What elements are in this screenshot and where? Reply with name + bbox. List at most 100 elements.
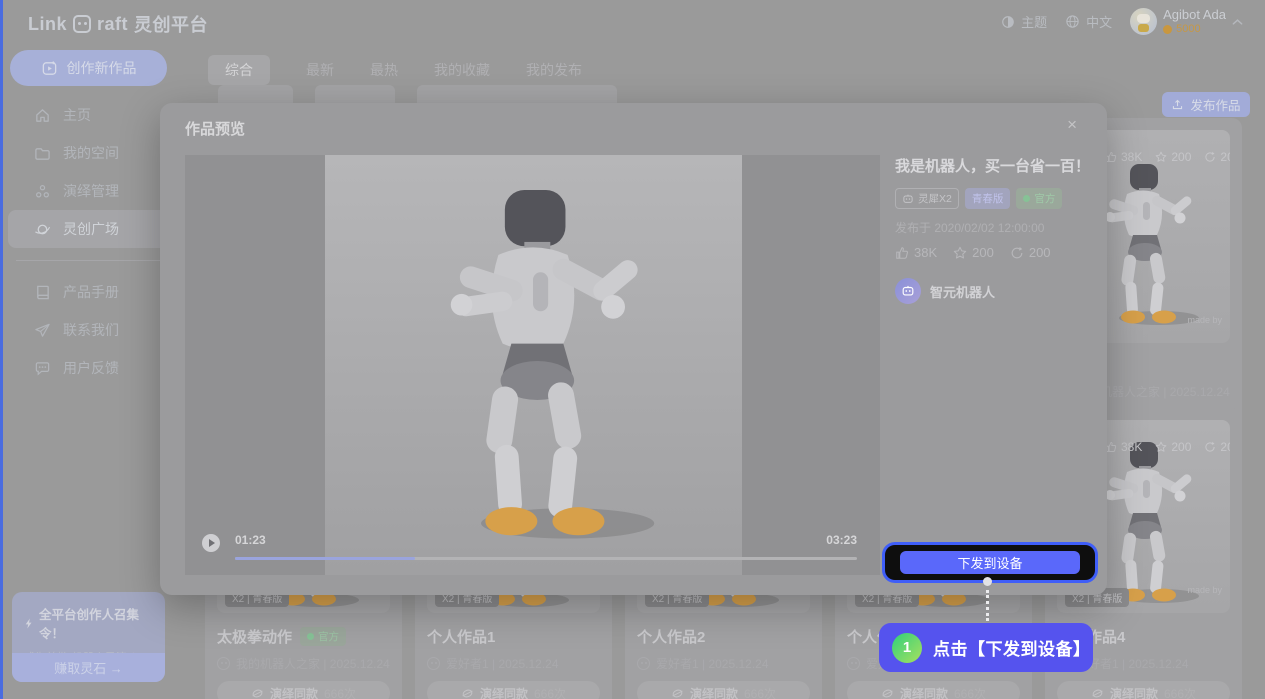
model-tag: 灵犀X2 [895,188,959,209]
user-points: 5000 [1163,23,1226,36]
home-icon [34,107,51,124]
logo-word-left: Link [28,14,67,35]
sidebar-label: 产品手册 [63,282,119,302]
star-icon [1155,441,1167,453]
publish-date: 发布于 2020/02/02 12:00:00 [895,219,1095,236]
replay-same-button[interactable]: 演绎同款 666次 [1057,681,1230,699]
official-badge: 官方 [300,627,346,646]
create-label: 创作新作品 [67,58,137,78]
swirl-icon [881,687,894,699]
robot-face-icon [902,193,914,205]
card-author-meta: 我的机器人之家 | 2025.12.24 [217,655,390,672]
star-icon [953,246,967,260]
video-frame [325,155,742,575]
tab-comprehensive[interactable]: 综合 [208,55,270,85]
sidebar-label: 灵创广场 [63,219,119,239]
shares-stat[interactable]: 200 [1010,245,1051,260]
replay-same-button[interactable]: 演绎同款 666次 [427,681,600,699]
paper-plane-icon [34,322,51,339]
earn-gems-button[interactable]: 赚取灵石 → [12,653,165,682]
theme-icon [1001,15,1015,29]
robot-face-icon [901,284,915,298]
theme-label: 主题 [1021,12,1047,31]
author-mini-icon [427,657,440,670]
official-tag: 官方 [1016,188,1062,209]
user-name: Agibot Ada [1163,8,1226,23]
swirl-icon [671,687,684,699]
planet-icon [34,221,51,238]
screen-edge-highlight [0,0,3,699]
nodes-icon [34,183,51,200]
header-actions: 主题 中文 Agibot Ada 5000 [1001,8,1243,36]
author-mini-icon [637,657,650,670]
made-by-watermark: made by [1187,585,1222,595]
sidebar-divider [16,260,160,261]
sidebar-item-user-feedback[interactable]: 用户反馈 [8,349,168,387]
card-title: 个人作品1 [427,626,495,647]
sidebar-label: 主页 [63,105,91,125]
work-preview-modal: 作品预览 × 01:23 03:23 我是机器人，买一台省一百！ 灵犀X2 青春… [160,103,1107,595]
top-header: Link raft 灵创平台 主题 中文 Agibot Ada 5000 [0,0,1265,44]
sidebar-item-performance-mgmt[interactable]: 演绎管理 [8,172,168,210]
card-title: 太极拳动作 [217,626,292,647]
tab-hottest[interactable]: 最热 [370,55,398,85]
tab-my-favorites[interactable]: 我的收藏 [434,55,490,85]
swirl-icon [1091,687,1104,699]
sidebar-item-home[interactable]: 主页 [8,96,168,134]
card-title: 个人作品2 [637,626,705,647]
tab-my-published[interactable]: 我的发布 [526,55,582,85]
theme-toggle[interactable]: 主题 [1001,12,1047,31]
modal-title: 作品预览 [185,118,245,139]
logo-cn: 灵创平台 [134,11,208,37]
video-player: 01:23 03:23 [185,155,880,575]
logo-word-right: raft [97,14,128,35]
sidebar-nav: 主页 我的空间 演绎管理 灵创广场 产品手册 联系我们 用户反馈 [0,96,176,387]
author-row[interactable]: 智元机器人 [895,278,1095,304]
create-new-work-button[interactable]: 创作新作品 [10,50,167,86]
user-menu[interactable]: Agibot Ada 5000 [1130,8,1243,36]
thumbs-up-icon [895,246,909,260]
sidebar-item-contact-us[interactable]: 联系我们 [8,311,168,349]
close-icon[interactable]: × [1067,115,1077,135]
likes-stat[interactable]: 38K [895,245,937,260]
sidebar-item-lingchuang-plaza[interactable]: 灵创广场 [8,210,168,248]
play-button[interactable] [202,534,220,552]
replay-same-button[interactable]: 演绎同款 666次 [847,681,1020,699]
publish-work-button[interactable]: 发布作品 [1162,92,1250,117]
made-by-watermark: made by [1187,315,1222,325]
star-icon [1155,151,1167,163]
deploy-to-device-button[interactable]: 下发到设备 [900,551,1080,574]
tutorial-connector-dot [983,577,992,586]
feedback-icon [34,360,51,377]
tab-newest[interactable]: 最新 [306,55,334,85]
work-detail-panel: 我是机器人，买一台省一百！ 灵犀X2 青春版 官方 发布于 2020/02/02… [895,155,1095,304]
language-switcher[interactable]: 中文 [1065,12,1112,31]
progress-fill [235,557,415,560]
sidebar-item-product-manual[interactable]: 产品手册 [8,273,168,311]
progress-bar[interactable] [235,557,857,560]
sort-tabs: 综合 最新 最热 我的收藏 我的发布 [208,55,582,85]
replay-same-button[interactable]: 演绎同款 666次 [637,681,810,699]
book-icon [34,284,51,301]
creator-recruit-promo: 全平台创作人召集令！ 成为首批"机器人导演"！ 赚取灵石 → [12,592,165,682]
tutorial-text: 点击【下发到设备】 [933,635,1091,660]
share-icon [1010,246,1024,260]
create-icon [41,60,58,77]
sidebar-label: 用户反馈 [63,358,119,378]
promo-title: 全平台创作人召集令！ [12,592,165,642]
official-dot-icon [1023,195,1030,202]
author-name: 智元机器人 [930,282,995,301]
share-icon [1204,441,1216,453]
points-value: 5000 [1176,23,1200,36]
upload-icon [1171,98,1184,111]
user-avatar [1130,8,1157,35]
favorites-stat[interactable]: 200 [953,245,994,260]
author-mini-icon [847,657,860,670]
sidebar-label: 演绎管理 [63,181,119,201]
coin-icon [1163,25,1172,34]
publish-label: 发布作品 [1190,95,1240,114]
sidebar-item-my-space[interactable]: 我的空间 [8,134,168,172]
chevron-up-icon [1232,18,1243,26]
language-label: 中文 [1086,12,1112,31]
replay-same-button[interactable]: 演绎同款 666次 [217,681,390,699]
